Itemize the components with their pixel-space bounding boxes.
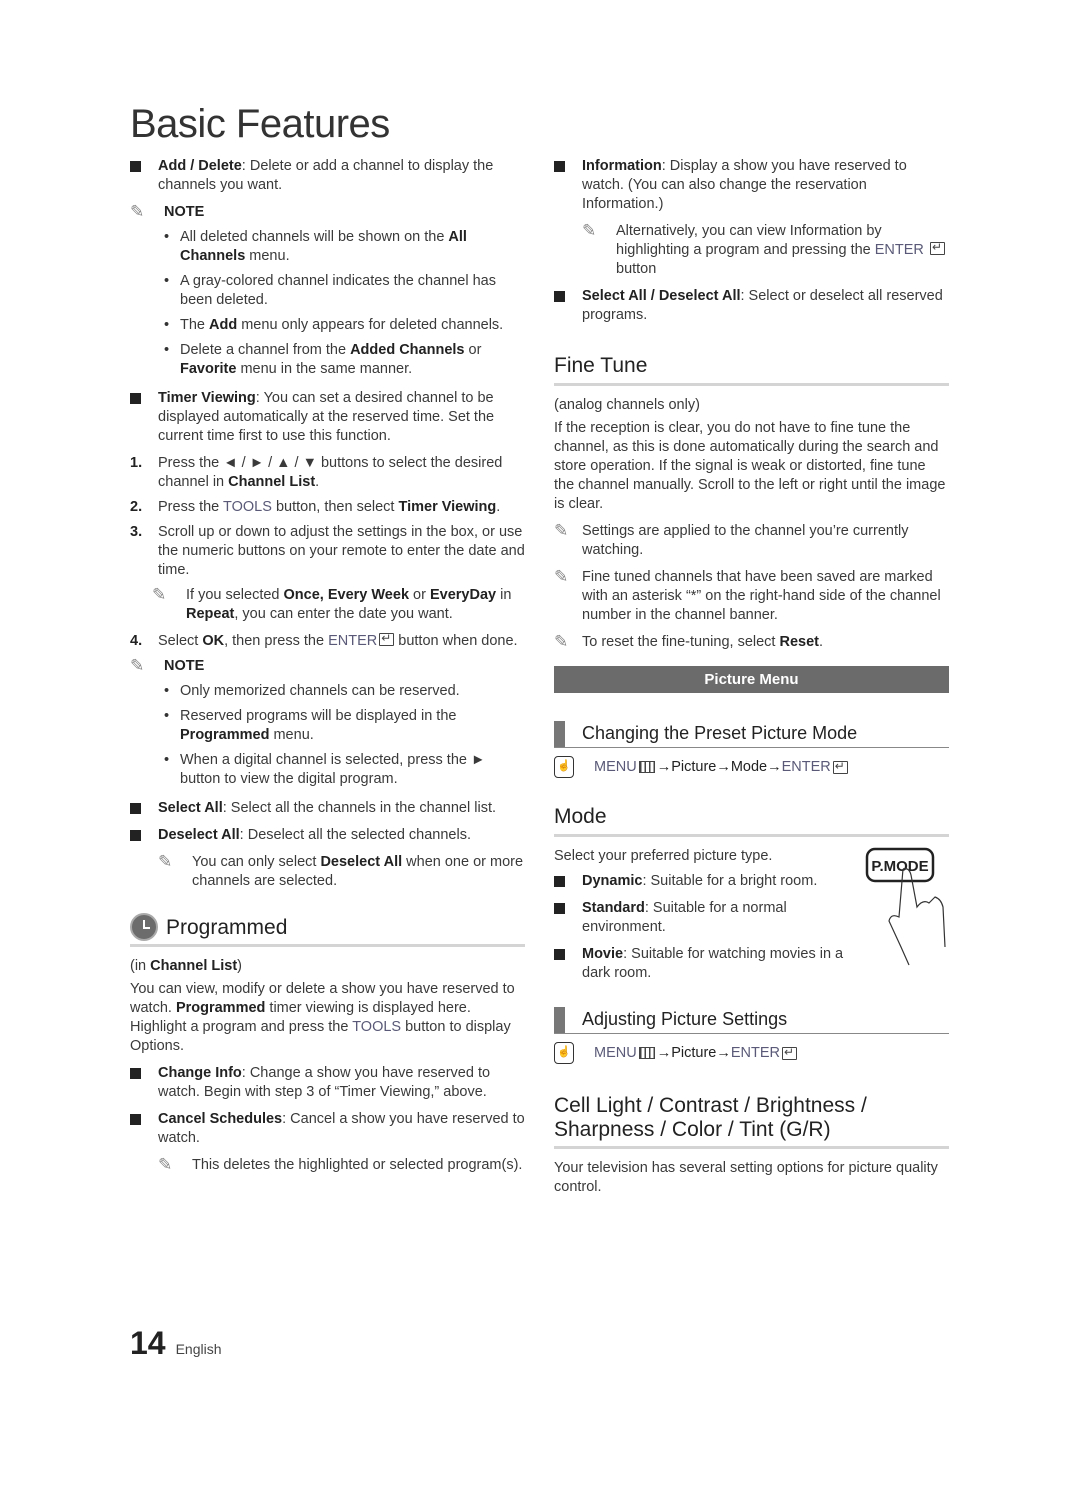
- pencil-note-icon: ✎: [554, 632, 569, 651]
- pencil-note-icon: ✎: [582, 221, 597, 240]
- square-bullet-icon: [554, 291, 565, 302]
- note-item: Delete a channel from the Added Channels…: [164, 341, 525, 379]
- square-bullet-icon: [130, 803, 141, 814]
- adjusting-picture-settings-heading: Adjusting Picture Settings: [554, 1007, 949, 1034]
- square-bullet-icon: [130, 161, 141, 172]
- heading-block-marker: [554, 721, 565, 747]
- pencil-note-icon: ✎: [158, 852, 173, 871]
- cell-light-heading: Cell Light / Contrast / Brightness / Sha…: [554, 1094, 949, 1149]
- menu-icon: [638, 1047, 655, 1059]
- enter-icon: [379, 629, 395, 648]
- square-bullet-icon: [554, 903, 565, 914]
- cell-light-body: Your television has several setting opti…: [554, 1160, 938, 1195]
- programmed-context: (in Channel List): [130, 958, 243, 974]
- page-title: Basic Features: [130, 102, 390, 146]
- remote-hand-icon: ☝: [554, 756, 574, 778]
- heading-block-marker: [554, 1007, 565, 1033]
- fine-tune-note: ✎ To reset the fine-tuning, select Reset.: [554, 632, 824, 651]
- bullet-select-deselect-all: Select All / Deselect All: Select or des…: [554, 287, 949, 325]
- cancel-note: ✎ This deletes the highlighted or selecte…: [158, 1155, 523, 1174]
- note-item: All deleted channels will be shown on th…: [164, 228, 525, 266]
- bullet-add-delete: Add / Delete: Delete or add a channel to…: [130, 157, 525, 195]
- square-bullet-icon: [130, 393, 141, 404]
- pencil-note-icon: ✎: [554, 521, 569, 540]
- preset-picture-mode-heading: Changing the Preset Picture Mode: [554, 721, 949, 748]
- picture-menu-bar: Picture Menu: [554, 666, 949, 693]
- note-item: Only memorized channels can be reserved.: [164, 682, 525, 701]
- square-bullet-icon: [130, 1068, 141, 1079]
- fine-tune-note: ✎ Fine tuned channels that have been save…: [554, 567, 941, 623]
- note-heading: ✎ NOTE: [130, 202, 205, 221]
- bullet-select-all: Select All: Select all the channels in t…: [130, 799, 525, 818]
- enter-icon: [782, 1043, 797, 1062]
- square-bullet-icon: [554, 876, 565, 887]
- step-4: 4.Select OK, then press the ENTER button…: [130, 629, 525, 651]
- page-footer: 14 English: [130, 1325, 222, 1361]
- square-bullet-icon: [130, 1114, 141, 1125]
- bullet-change-info: Change Info: Change a show you have rese…: [130, 1064, 525, 1102]
- step3-note: ✎ If you selected Once, Every Week or Eve…: [152, 585, 512, 622]
- remote-hand-icon: ☝: [554, 1042, 574, 1064]
- pencil-note-icon: ✎: [158, 1155, 173, 1174]
- pencil-note-icon: ✎: [554, 567, 569, 586]
- square-bullet-icon: [554, 949, 565, 960]
- mode-intro: Select your preferred picture type.: [554, 848, 773, 864]
- pmode-button-hand-icon: P.MODE: [865, 847, 946, 966]
- step-1: 1. Press the ◄ / ► / ▲ / ▼ buttons to sel…: [130, 455, 503, 490]
- pmode-label: P.MODE: [871, 858, 928, 875]
- bullet-cancel-schedules: Cancel Schedules: Cancel a show you have…: [130, 1110, 525, 1148]
- programmed-heading: Programmed: [130, 913, 525, 947]
- clock-icon: [130, 913, 158, 941]
- step-2: 2. Press the TOOLS button, then select Ti…: [130, 499, 501, 515]
- menu-path: ☝ MENU → Picture → Mode → ENTER: [554, 756, 949, 778]
- mode-item-dynamic: Dynamic: Suitable for a bright room.: [554, 872, 844, 891]
- right-column: Information: Display a show you have res…: [554, 157, 949, 1197]
- note-item: The Add menu only appears for deleted ch…: [164, 316, 525, 335]
- page-number: 14: [130, 1325, 166, 1361]
- pencil-note-icon: ✎: [130, 656, 145, 675]
- left-column: Add / Delete: Delete or add a channel to…: [130, 157, 525, 1183]
- note-item: Reserved programs will be displayed in t…: [164, 707, 525, 745]
- bullet-timer-viewing: Timer Viewing: You can set a desired cha…: [130, 389, 525, 446]
- note-heading: ✎ NOTE: [130, 656, 205, 675]
- menu-icon: [638, 761, 655, 773]
- mode-item-standard: Standard: Suitable for a normal environm…: [554, 899, 844, 937]
- note-item: When a digital channel is selected, pres…: [164, 751, 525, 789]
- information-note: ✎ Alternatively, you can view Information…: [582, 221, 949, 279]
- deselect-note: ✎ You can only select Deselect All when o…: [158, 852, 524, 889]
- fine-tune-note: ✎ Settings are applied to the channel you…: [554, 521, 909, 558]
- fine-tune-heading: Fine Tune: [554, 353, 949, 386]
- mode-section: Select your preferred picture type. Dyna…: [554, 847, 949, 983]
- programmed-body: You can view, modify or delete a show yo…: [130, 981, 515, 1054]
- menu-path: ☝ MENU → Picture → ENTER: [554, 1042, 949, 1064]
- fine-tune-body: If the reception is clear, you do not ha…: [554, 420, 946, 512]
- enter-icon: [832, 757, 848, 776]
- pencil-note-icon: ✎: [152, 585, 167, 604]
- pencil-note-icon: ✎: [130, 202, 145, 221]
- note-item: A gray-colored channel indicates the cha…: [164, 272, 525, 310]
- footer-language: English: [175, 1341, 222, 1357]
- enter-icon: [929, 238, 945, 257]
- square-bullet-icon: [554, 161, 565, 172]
- step-3: 3. Scroll up or down to adjust the settin…: [130, 524, 525, 578]
- mode-heading: Mode: [554, 804, 949, 837]
- square-bullet-icon: [130, 830, 141, 841]
- bullet-information: Information: Display a show you have res…: [554, 157, 949, 214]
- mode-item-movie: Movie: Suitable for watching movies in a…: [554, 945, 844, 983]
- bullet-deselect-all: Deselect All: Deselect all the selected …: [130, 826, 525, 845]
- fine-tune-context: (analog channels only): [554, 397, 700, 413]
